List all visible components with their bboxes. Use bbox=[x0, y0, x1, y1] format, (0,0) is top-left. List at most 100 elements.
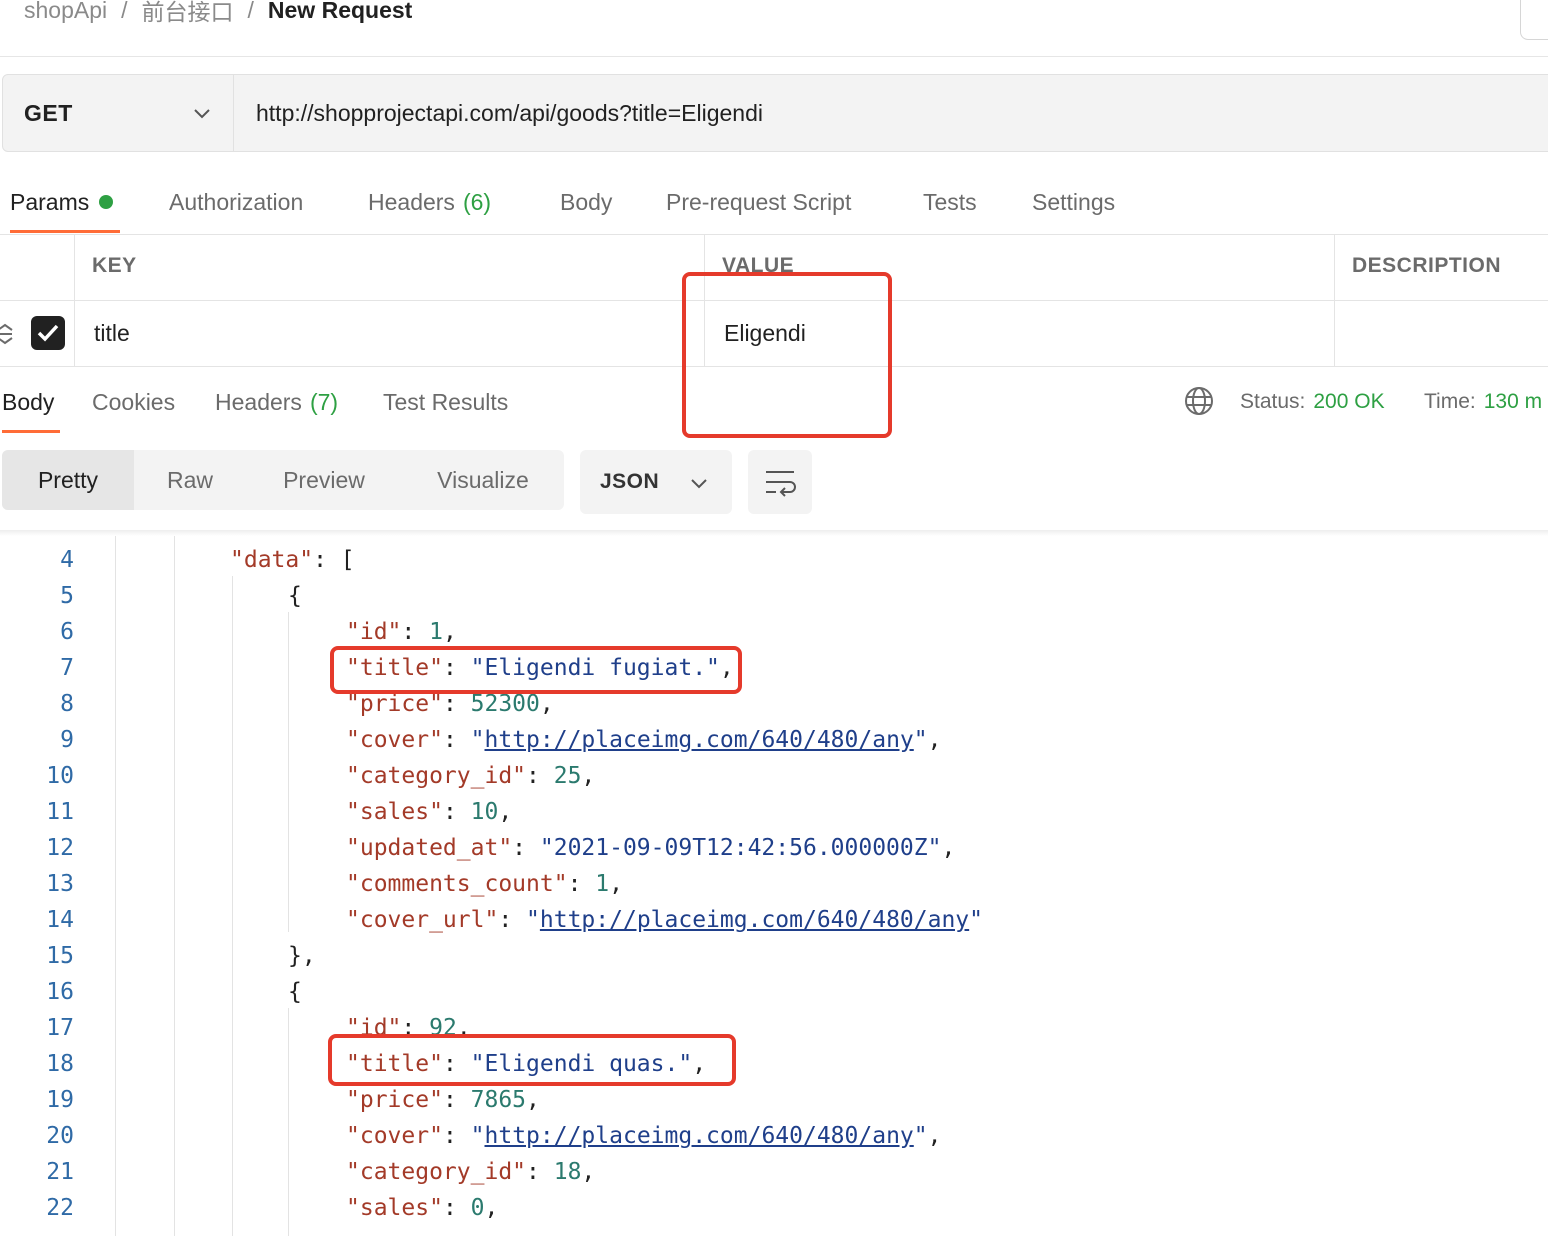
breadcrumb-separator: / bbox=[121, 0, 128, 23]
view-mode-visualize[interactable]: Visualize bbox=[402, 450, 564, 510]
param-key-cell[interactable]: title bbox=[94, 320, 130, 347]
code-token: , bbox=[609, 871, 623, 897]
code-token: 10 bbox=[470, 799, 499, 825]
code-token: " bbox=[913, 1123, 928, 1149]
line-number: 22 bbox=[46, 1195, 74, 1221]
response-tab-cookies[interactable]: Cookies bbox=[92, 386, 175, 418]
code-line: 13 "comments_count": 1, bbox=[0, 866, 1548, 902]
headers-count: (6) bbox=[462, 188, 492, 215]
code-line: 5{ bbox=[0, 578, 1548, 614]
code-token: , bbox=[581, 1159, 596, 1185]
code-link[interactable]: http://placeimg.com/640/480/any bbox=[540, 907, 969, 933]
code-line: 22 "sales": 0, bbox=[0, 1190, 1548, 1226]
line-number: 18 bbox=[46, 1051, 74, 1077]
drag-handle-icon[interactable] bbox=[0, 322, 16, 346]
line-number: 5 bbox=[60, 583, 74, 609]
time-value[interactable]: 130 m bbox=[1484, 390, 1542, 414]
top-right-button[interactable] bbox=[1520, 0, 1548, 40]
code-token: : bbox=[526, 1159, 554, 1185]
code-token: , bbox=[581, 763, 596, 789]
code-token: : bbox=[498, 907, 527, 933]
line-number: 21 bbox=[46, 1159, 74, 1185]
tab-headers[interactable]: Headers (6) bbox=[368, 184, 491, 220]
params-active-dot bbox=[99, 195, 114, 209]
tab-label: Tests bbox=[923, 188, 977, 215]
tab-tests[interactable]: Tests bbox=[923, 184, 977, 220]
line-number: 15 bbox=[46, 943, 74, 969]
code-token: : bbox=[442, 727, 471, 753]
line-number: 8 bbox=[60, 691, 74, 717]
code-token: : bbox=[442, 1195, 471, 1221]
line-number: 6 bbox=[60, 619, 74, 645]
code-line: 6 "id": 1, bbox=[0, 614, 1548, 650]
response-tab-headers[interactable]: Headers (7) bbox=[215, 386, 338, 418]
format-label: JSON bbox=[600, 470, 660, 493]
response-tab-body[interactable]: Body bbox=[2, 386, 54, 418]
code-token: 25 bbox=[553, 763, 582, 789]
code-token: }, bbox=[288, 943, 316, 969]
divider bbox=[0, 56, 1548, 57]
status-value[interactable]: 200 OK bbox=[1313, 390, 1384, 414]
globe-icon[interactable] bbox=[1184, 386, 1214, 416]
tab-authorization[interactable]: Authorization bbox=[169, 184, 303, 220]
code-text: "data": [ bbox=[230, 542, 355, 578]
code-token: : bbox=[512, 835, 540, 861]
code-token: 18 bbox=[553, 1159, 582, 1185]
view-mode-preview[interactable]: Preview bbox=[246, 450, 402, 510]
response-body-viewer[interactable]: 4 "data": [5{6 "id": 1, 7 "title": "Eligendi… bbox=[0, 536, 1548, 1236]
code-link[interactable]: http://placeimg.com/640/480/any bbox=[485, 727, 914, 753]
tab-label: Body bbox=[2, 388, 55, 415]
param-enabled-checkbox[interactable] bbox=[31, 316, 65, 350]
breadcrumb-separator: / bbox=[247, 0, 254, 23]
code-line: 14 "cover_url": "http://placeimg.com/640/… bbox=[0, 902, 1548, 938]
breadcrumb-item-folder[interactable]: 前台接口 bbox=[142, 0, 234, 27]
tab-label: Body bbox=[560, 188, 613, 215]
code-link[interactable]: http://placeimg.com/640/480/any bbox=[485, 1123, 914, 1149]
code-token: : bbox=[442, 1123, 471, 1149]
method-select[interactable]: GET bbox=[2, 74, 234, 152]
code-text: "sales": 10, bbox=[346, 794, 512, 830]
code-token: " bbox=[969, 907, 984, 933]
code-line: 15}, bbox=[0, 938, 1548, 974]
tab-pre-request-script[interactable]: Pre-request Script bbox=[666, 184, 851, 220]
view-mode-raw[interactable]: Raw bbox=[134, 450, 246, 510]
code-token: : bbox=[567, 871, 596, 897]
response-time: Time: 130 m bbox=[1424, 386, 1542, 418]
tab-params[interactable]: Params bbox=[10, 184, 114, 220]
code-token: "price" bbox=[346, 691, 443, 717]
highlight-box-title-1 bbox=[330, 646, 742, 694]
code-token: "cover" bbox=[346, 727, 443, 753]
format-select[interactable]: JSON bbox=[580, 450, 732, 514]
code-token: "updated_at" bbox=[346, 835, 513, 861]
param-description-cell[interactable] bbox=[1354, 320, 1534, 348]
code-token: "comments_count" bbox=[346, 871, 568, 897]
code-token: : bbox=[442, 1087, 471, 1113]
breadcrumb-item-workspace[interactable]: shopApi bbox=[24, 0, 107, 24]
wrap-lines-icon bbox=[766, 471, 796, 497]
tab-label: Params bbox=[10, 188, 90, 215]
code-text: "updated_at": "2021-09-09T12:42:56.00000… bbox=[346, 830, 955, 866]
wrap-lines-button[interactable] bbox=[748, 450, 812, 514]
response-tab-test-results[interactable]: Test Results bbox=[383, 386, 508, 418]
line-number: 12 bbox=[46, 835, 74, 861]
code-text: "category_id": 18, bbox=[346, 1154, 595, 1190]
active-tab-indicator bbox=[10, 230, 120, 233]
view-mode-pretty[interactable]: Pretty bbox=[2, 450, 134, 510]
code-token: : bbox=[442, 799, 471, 825]
tab-label: Settings bbox=[1032, 188, 1116, 215]
url-input[interactable]: http://shopprojectapi.com/api/goods?titl… bbox=[256, 74, 763, 152]
highlight-box-title-2 bbox=[328, 1034, 736, 1086]
code-line: 18 "title": "Eligendi quas.", bbox=[0, 1046, 1548, 1082]
request-name[interactable]: New Request bbox=[268, 0, 412, 24]
tab-body[interactable]: Body bbox=[560, 184, 612, 220]
code-token: , bbox=[539, 691, 554, 717]
active-response-tab-indicator bbox=[2, 430, 60, 433]
code-token: { bbox=[288, 583, 302, 609]
tab-label: Headers bbox=[368, 188, 455, 215]
code-token: 52300 bbox=[470, 691, 540, 717]
tab-settings[interactable]: Settings bbox=[1032, 184, 1115, 220]
chevron-down-icon bbox=[691, 479, 707, 489]
response-status: Status: 200 OK bbox=[1240, 386, 1385, 418]
line-number: 7 bbox=[60, 655, 74, 681]
line-number: 10 bbox=[46, 763, 74, 789]
